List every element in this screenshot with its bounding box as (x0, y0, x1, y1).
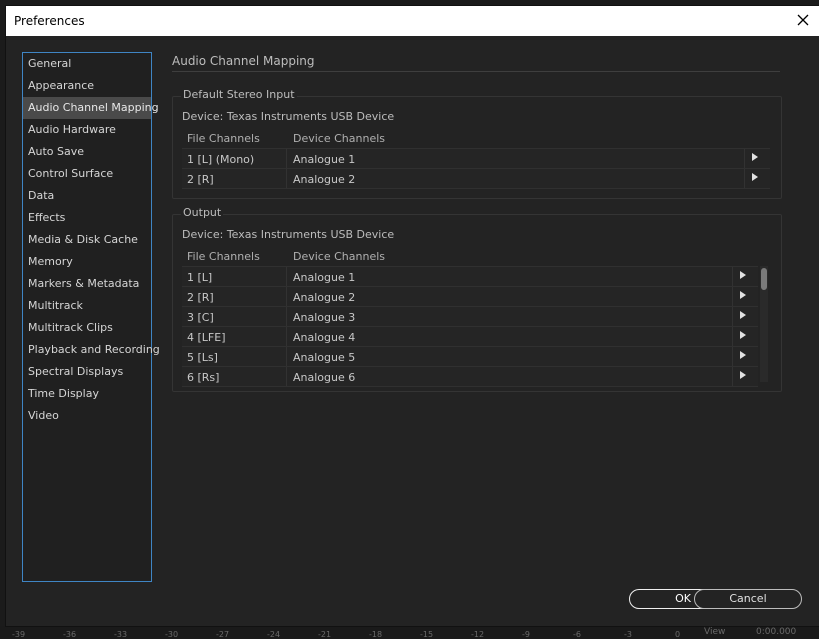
nav-item-playback-and-recording[interactable]: Playback and Recording (23, 339, 160, 361)
file-channel-cell: 5 [Ls] (187, 351, 218, 364)
table-header: File Channels Device Channels (182, 128, 770, 148)
output-device-label: Device: Texas Instruments USB Device (182, 228, 395, 241)
nav-item-data[interactable]: Data (23, 185, 151, 207)
file-channels-header: File Channels (187, 132, 260, 145)
nav-item-multitrack[interactable]: Multitrack (23, 295, 151, 317)
expand-arrow-icon[interactable] (740, 371, 746, 379)
file-channel-cell: 1 [L] (187, 271, 213, 284)
column-divider (286, 327, 287, 346)
file-channel-cell: 2 [R] (187, 173, 214, 186)
output-mapping-table: File Channels Device Channels 1 [L] Analo… (182, 246, 758, 387)
output-group-legend: Output (181, 206, 224, 219)
column-divider (286, 347, 287, 366)
expand-arrow-icon[interactable] (752, 173, 758, 181)
table-row[interactable]: 2 [R] Analogue 2 (182, 168, 770, 189)
nav-item-video[interactable]: Video (23, 405, 151, 427)
device-channels-header: Device Channels (293, 250, 386, 263)
input-group-legend: Default Stereo Input (181, 88, 297, 101)
table-row[interactable]: 2 [R] Analogue 2 (182, 286, 758, 306)
device-channel-cell[interactable]: Analogue 5 (293, 351, 355, 364)
table-header: File Channels Device Channels (182, 246, 758, 266)
arrow-divider (732, 367, 733, 386)
column-divider (286, 149, 287, 168)
expand-arrow-icon[interactable] (752, 153, 758, 161)
panel-title: Audio Channel Mapping (172, 54, 315, 68)
input-device-label: Device: Texas Instruments USB Device (182, 110, 395, 123)
category-list[interactable]: General Appearance Audio Channel Mapping Au… (22, 52, 160, 582)
column-divider (286, 307, 287, 326)
panel-divider (172, 71, 780, 72)
column-divider (286, 267, 287, 286)
nav-item-markers-metadata[interactable]: Markers & Metadata (23, 273, 151, 295)
device-channel-cell[interactable]: Analogue 4 (293, 331, 355, 344)
device-channels-header: Device Channels (293, 132, 386, 145)
arrow-divider (732, 267, 733, 286)
nav-item-spectral-displays[interactable]: Spectral Displays (23, 361, 151, 383)
expand-arrow-icon[interactable] (740, 291, 746, 299)
table-row[interactable]: 1 [L] (Mono) Analogue 1 (182, 148, 770, 168)
view-label: View (704, 627, 726, 637)
nav-item-audio-channel-mapping[interactable]: Audio Channel Mapping (23, 97, 159, 119)
nav-item-audio-hardware[interactable]: Audio Hardware (23, 119, 151, 141)
preferences-dialog: Preferences General Appearance Audio Chann… (6, 6, 819, 626)
level-meter-ruler: -39 -36 -33 -30 -27 -24 -21 -18 -15 -12 -9 -6 -3 0 Vi… (0, 626, 819, 639)
file-channel-cell: 3 [C] (187, 311, 214, 324)
table-row[interactable]: 3 [C] Analogue 3 (182, 306, 758, 326)
output-group: Output Device: Texas Instruments USB Dev… (172, 206, 782, 392)
arrow-divider (732, 307, 733, 326)
file-channel-cell: 2 [R] (187, 291, 214, 304)
file-channel-cell: 6 [Rs] (187, 371, 220, 384)
window-title: Preferences (14, 14, 85, 28)
arrow-divider (732, 347, 733, 366)
arrow-divider (732, 287, 733, 306)
device-channel-cell[interactable]: Analogue 6 (293, 371, 355, 384)
nav-item-time-display[interactable]: Time Display (23, 383, 151, 405)
table-row[interactable]: 4 [LFE] Analogue 4 (182, 326, 758, 346)
column-divider (286, 169, 287, 188)
file-channel-cell: 4 [LFE] (187, 331, 226, 344)
expand-arrow-icon[interactable] (740, 271, 746, 279)
file-channel-cell: 1 [L] (Mono) (187, 153, 255, 166)
scrollbar-thumb[interactable] (761, 268, 767, 290)
device-channel-cell[interactable]: Analogue 1 (293, 153, 355, 166)
nav-item-multitrack-clips[interactable]: Multitrack Clips (23, 317, 151, 339)
close-icon[interactable] (795, 12, 811, 28)
cancel-button[interactable]: Cancel (694, 589, 802, 609)
title-bar: Preferences (6, 6, 819, 36)
arrow-divider (744, 149, 745, 168)
nav-item-memory[interactable]: Memory (23, 251, 151, 273)
column-divider (286, 287, 287, 306)
arrow-divider (744, 169, 745, 188)
table-row[interactable]: 6 [Rs] Analogue 6 (182, 366, 758, 387)
file-channels-header: File Channels (187, 250, 260, 263)
device-channel-cell[interactable]: Analogue 2 (293, 291, 355, 304)
nav-item-media-disk-cache[interactable]: Media & Disk Cache (23, 229, 151, 251)
device-channel-cell[interactable]: Analogue 1 (293, 271, 355, 284)
table-row[interactable]: 1 [L] Analogue 1 (182, 266, 758, 286)
nav-item-control-surface[interactable]: Control Surface (23, 163, 151, 185)
nav-item-auto-save[interactable]: Auto Save (23, 141, 151, 163)
arrow-divider (732, 327, 733, 346)
output-scrollbar[interactable] (760, 266, 768, 382)
device-channel-cell[interactable]: Analogue 2 (293, 173, 355, 186)
expand-arrow-icon[interactable] (740, 311, 746, 319)
expand-arrow-icon[interactable] (740, 331, 746, 339)
input-group: Default Stereo Input Device: Texas Instr… (172, 88, 782, 199)
nav-item-general[interactable]: General (23, 53, 151, 75)
column-divider (286, 367, 287, 386)
timecode-readout: 0:00.000 (756, 627, 797, 637)
nav-item-effects[interactable]: Effects (23, 207, 151, 229)
nav-item-appearance[interactable]: Appearance (23, 75, 151, 97)
expand-arrow-icon[interactable] (740, 351, 746, 359)
table-row[interactable]: 5 [Ls] Analogue 5 (182, 346, 758, 366)
device-channel-cell[interactable]: Analogue 3 (293, 311, 355, 324)
input-mapping-table: File Channels Device Channels 1 [L] (Mon… (182, 128, 770, 189)
